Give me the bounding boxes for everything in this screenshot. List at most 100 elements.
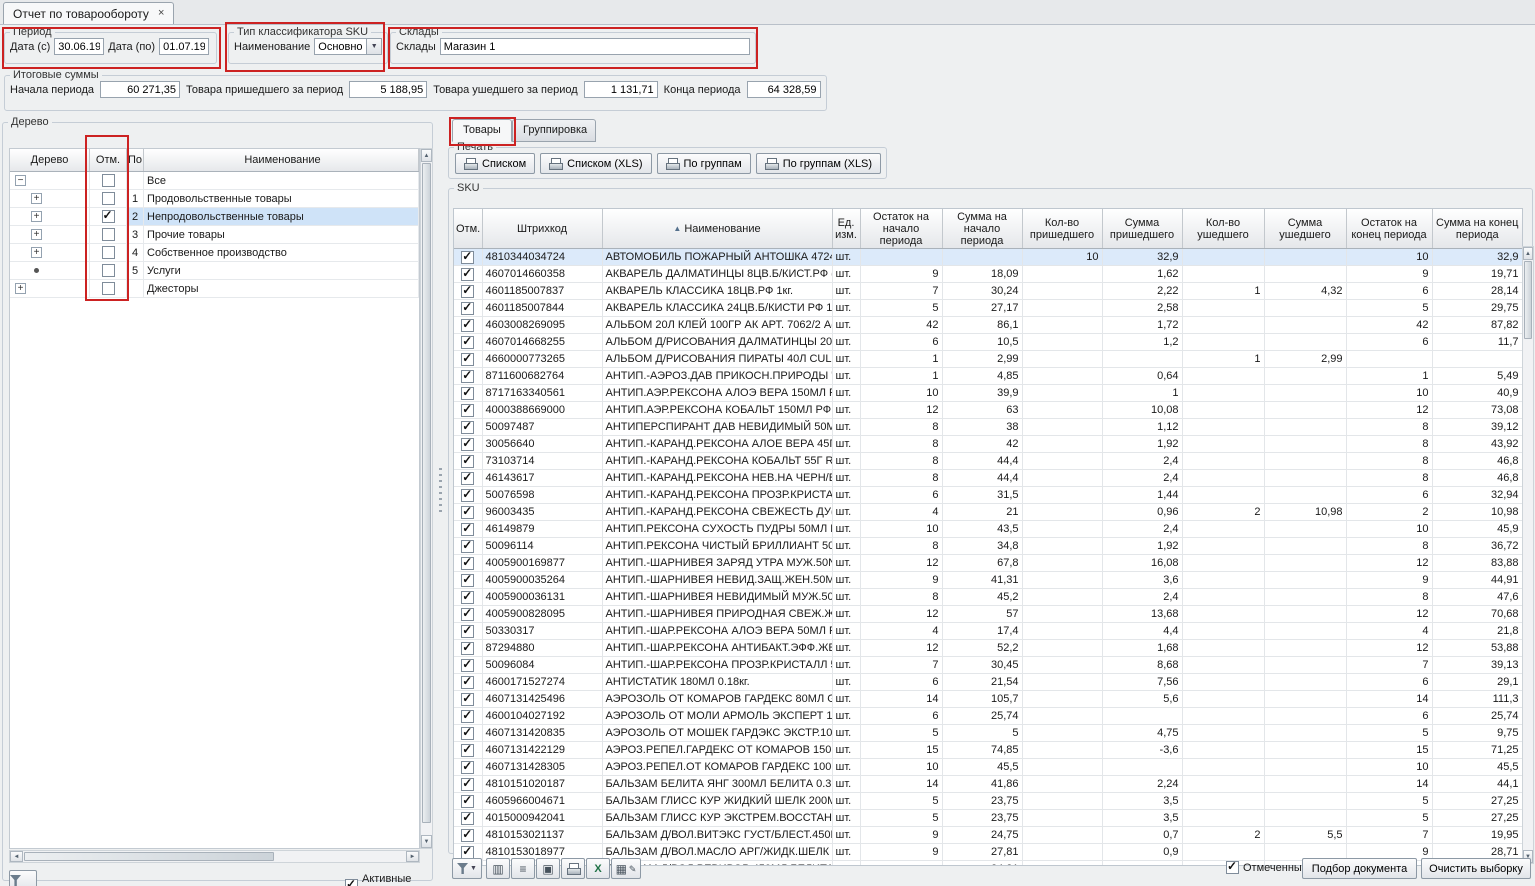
table-row[interactable]: 4607131422129 АЭРОЗ.РЕПЕЛ.ГАРДЕКС ОТ КОМ… — [454, 742, 1522, 759]
tree-row-nonfood[interactable]: + 2 Непродовольственные товары — [10, 208, 419, 226]
tree-checkbox[interactable] — [102, 264, 115, 277]
table-row[interactable]: 4601185007844 АКВАРЕЛЬ КЛАССИКА 24ЦВ.Б/К… — [454, 300, 1522, 317]
table-row[interactable]: 4000388669000 АНТИП.АЭР.РЕКСОНА КОБАЛЬТ … — [454, 402, 1522, 419]
row-checkbox[interactable] — [461, 676, 474, 689]
pick-document-button[interactable]: Подбор документа — [1302, 858, 1417, 879]
print-list-button[interactable]: Списком — [455, 153, 535, 174]
tree-row-own-production[interactable]: + 4 Собственное производство — [10, 244, 419, 262]
row-checkbox[interactable] — [461, 727, 474, 740]
collapse-icon[interactable]: − — [15, 175, 26, 186]
row-checkbox[interactable] — [461, 302, 474, 315]
table-row[interactable]: 4607014668255 АЛЬБОМ Д/РИСОВАНИЯ ДАЛМАТИ… — [454, 334, 1522, 351]
tab-gruppirovka[interactable]: Группировка — [512, 119, 596, 142]
excel-export-button[interactable]: X — [586, 858, 610, 879]
table-row[interactable]: 4005900036131 АНТИП.-ШАРНИВЕЯ НЕВИДИМЫЙ … — [454, 589, 1522, 606]
print-groups-button[interactable]: По группам — [657, 153, 751, 174]
row-checkbox[interactable] — [461, 438, 474, 451]
table-row[interactable]: 4015000942041 БАЛЬЗАМ ГЛИСС КУР ЭКСТРЕМ.… — [454, 810, 1522, 827]
row-checkbox[interactable] — [461, 353, 474, 366]
tree-checkbox[interactable] — [102, 282, 115, 295]
col-header-name[interactable]: ▲Наименование — [602, 209, 832, 249]
column-settings-button[interactable]: ▥ — [486, 858, 510, 879]
row-checkbox[interactable] — [461, 251, 474, 264]
row-checkbox[interactable] — [461, 285, 474, 298]
col-header-qty-in[interactable]: Кол-во пришедшего — [1022, 209, 1102, 249]
row-checkbox[interactable] — [461, 319, 474, 332]
row-checkbox[interactable] — [461, 693, 474, 706]
scrollbar-thumb[interactable] — [1524, 261, 1532, 339]
table-row[interactable]: 4607131425496 АЭРОЗОЛЬ ОТ КОМАРОВ ГАРДЕК… — [454, 691, 1522, 708]
row-checkbox[interactable] — [461, 710, 474, 723]
tree-col-header-mark[interactable]: Отм. — [90, 149, 127, 171]
classifier-value-input[interactable] — [314, 38, 366, 55]
table-row[interactable]: 4660000773265 АЛЬБОМ Д/РИСОВАНИЯ ПИРАТЫ … — [454, 351, 1522, 368]
marked-checkbox-group[interactable]: Отмеченные — [1226, 861, 1308, 874]
table-row[interactable]: 30056640 АНТИП.-КАРАНД.РЕКСОНА АЛОЕ ВЕРА… — [454, 436, 1522, 453]
tab-tovary[interactable]: Товары — [452, 119, 512, 142]
row-checkbox[interactable] — [461, 404, 474, 417]
print-button[interactable] — [561, 858, 585, 879]
row-checkbox[interactable] — [461, 557, 474, 570]
scroll-down-button[interactable]: ▼ — [421, 835, 432, 848]
col-header-qty-out[interactable]: Кол-во ушедшего — [1182, 209, 1264, 249]
tree-row-food[interactable]: + 1 Продовольственные товары — [10, 190, 419, 208]
tree-checkbox[interactable] — [102, 210, 115, 223]
table-row[interactable]: 4005900035264 АНТИП.-ШАРНИВЕЯ НЕВИД.ЗАЩ.… — [454, 572, 1522, 589]
row-checkbox[interactable] — [461, 489, 474, 502]
tree-row-label[interactable]: Непродовольственные товары — [144, 208, 419, 225]
table-row[interactable]: 50096114 АНТИП.РЕКСОНА ЧИСТЫЙ БРИЛЛИАНТ … — [454, 538, 1522, 555]
col-header-unit[interactable]: Ед. изм. — [832, 209, 860, 249]
table-row[interactable]: 50096084 АНТИП.-ШАР.РЕКСОНА ПРОЗР.КРИСТА… — [454, 657, 1522, 674]
scrollbar-thumb[interactable] — [422, 163, 431, 823]
scroll-left-button[interactable]: ◄ — [10, 851, 23, 862]
row-checkbox[interactable] — [461, 846, 474, 859]
row-checkbox[interactable] — [461, 523, 474, 536]
row-checkbox[interactable] — [461, 336, 474, 349]
tree-col-header-order[interactable]: По — [127, 149, 144, 171]
row-checkbox[interactable] — [461, 795, 474, 808]
row-checkbox[interactable] — [461, 506, 474, 519]
row-checkbox[interactable] — [461, 540, 474, 553]
tree-col-header-name[interactable]: Наименование — [144, 149, 419, 171]
table-settings-button[interactable]: ▦ ✎ — [611, 858, 641, 879]
tree-col-header-tree[interactable]: Дерево — [10, 149, 90, 171]
table-row[interactable]: 73103714 АНТИП.-КАРАНД.РЕКСОНА КОБАЛЬТ 5… — [454, 453, 1522, 470]
tree-horizontal-scrollbar[interactable]: ◄ ► — [9, 850, 420, 863]
scrollbar-thumb[interactable] — [24, 852, 274, 861]
marked-checkbox[interactable] — [1226, 861, 1239, 874]
table-row[interactable]: 50330317 АНТИП.-ШАР.РЕКСОНА АЛОЭ ВЕРА 50… — [454, 623, 1522, 640]
row-checkbox[interactable] — [461, 812, 474, 825]
col-header-sum-in[interactable]: Сумма пришедшего — [1102, 209, 1182, 249]
table-row[interactable]: 4601185007837 АКВАРЕЛЬ КЛАССИКА 18ЦВ.РФ … — [454, 283, 1522, 300]
expand-icon[interactable]: + — [31, 229, 42, 240]
tree-checkbox[interactable] — [102, 228, 115, 241]
expand-icon[interactable]: + — [31, 211, 42, 222]
filter-menu-button[interactable]: ▼ — [452, 858, 482, 879]
table-row[interactable]: 4005900828095 АНТИП.-ШАРНИВЕЯ ПРИРОДНАЯ … — [454, 606, 1522, 623]
col-header-sum-out[interactable]: Сумма ушедшего — [1264, 209, 1346, 249]
table-row[interactable]: 87294880 АНТИП.-ШАР.РЕКСОНА АНТИБАКТ.ЭФФ… — [454, 640, 1522, 657]
tree-row-label[interactable]: Продовольственные товары — [144, 190, 419, 207]
table-row[interactable]: 8717163340561 АНТИП.АЭР.РЕКСОНА АЛОЭ ВЕР… — [454, 385, 1522, 402]
table-row[interactable]: 8711600682764 АНТИП.-АЭРОЗ.ДАВ ПРИКОСН.П… — [454, 368, 1522, 385]
expand-icon[interactable]: + — [31, 247, 42, 258]
col-header-qty-end[interactable]: Остаток на конец периода — [1346, 209, 1432, 249]
table-row[interactable]: 4810344034724 АВТОМОБИЛЬ ПОЖАРНЫЙ АНТОШК… — [454, 249, 1522, 266]
row-checkbox[interactable] — [461, 591, 474, 604]
row-checkbox[interactable] — [461, 659, 474, 672]
scroll-up-button[interactable]: ▲ — [421, 149, 432, 162]
table-row[interactable]: 50097487 АНТИПЕРСПИРАНТ ДАВ НЕВИДИМЫЙ 50… — [454, 419, 1522, 436]
print-groups-xls-button[interactable]: По группам (XLS) — [756, 153, 881, 174]
tree-row-label[interactable]: Прочие товары — [144, 226, 419, 243]
table-row[interactable]: 96003435 АНТИП.-КАРАНД.РЕКСОНА СВЕЖЕСТЬ … — [454, 504, 1522, 521]
tree-filter-button[interactable] — [9, 870, 37, 886]
tree-row-label[interactable]: Джесторы — [144, 280, 419, 297]
tree-row-label[interactable]: Услуги — [144, 262, 419, 279]
table-row[interactable]: 4600104027192 АЭРОЗОЛЬ ОТ МОЛИ АРМОЛЬ ЭК… — [454, 708, 1522, 725]
tree-row-dzhestory[interactable]: + Джесторы — [10, 280, 419, 298]
tree-checkbox[interactable] — [102, 246, 115, 259]
row-checkbox[interactable] — [461, 472, 474, 485]
col-header-mark[interactable]: Отм. — [454, 209, 482, 249]
col-header-qty-start[interactable]: Остаток на начало периода — [860, 209, 942, 249]
row-checkbox[interactable] — [461, 744, 474, 757]
